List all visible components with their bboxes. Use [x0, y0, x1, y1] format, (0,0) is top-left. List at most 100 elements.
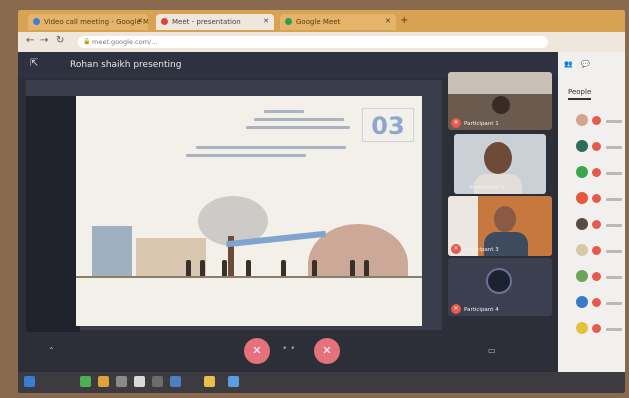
participant-entry[interactable]: [606, 276, 622, 279]
browser-tab-1[interactable]: Video call meeting - Google Meet ✕: [28, 14, 148, 30]
slide-text-line: [196, 146, 346, 149]
presenter-strip: [26, 96, 80, 332]
mic-off-icon: [592, 168, 601, 177]
camera-off-icon: ✕: [322, 344, 332, 357]
participant-name: Participant 3: [464, 247, 499, 253]
reload-icon[interactable]: ↻: [56, 35, 64, 46]
participant-shirt: [474, 174, 522, 194]
plus-icon[interactable]: +: [400, 15, 408, 26]
mic-off-icon: ✕: [451, 304, 461, 314]
address-bar: ← → ↻ 🔒 meet.google.com/...: [18, 32, 625, 52]
slide-text-line: [264, 110, 304, 113]
browser-tab-2[interactable]: Meet - presentation ✕: [156, 14, 274, 30]
app-icon[interactable]: [170, 376, 181, 387]
participant-name: Participant 1: [464, 121, 499, 127]
favicon-icon: [33, 18, 40, 25]
presentation-icon: ⇱: [30, 58, 39, 69]
os-taskbar: [18, 372, 625, 393]
mic-off-icon: ✕: [451, 244, 461, 254]
avatar: [576, 192, 588, 204]
favicon-icon: [285, 18, 292, 25]
forward-arrow-icon[interactable]: →: [40, 35, 48, 46]
slide-figure: [246, 260, 251, 276]
slide-text-line: [254, 118, 344, 121]
app-icon[interactable]: [116, 376, 127, 387]
participant-entry[interactable]: [606, 250, 622, 253]
close-icon[interactable]: ✕: [137, 17, 143, 25]
app-icon[interactable]: [204, 376, 215, 387]
browser-icon[interactable]: [228, 376, 239, 387]
browser-tab-label: Google Meet: [296, 18, 341, 26]
participant-video: [484, 142, 512, 174]
browser-tab-3[interactable]: Google Meet ✕: [280, 14, 396, 30]
participant-avatar: [486, 268, 512, 294]
mic-off-icon: [592, 298, 601, 307]
app-icon[interactable]: [134, 376, 145, 387]
participant-video: [492, 96, 510, 114]
participant-tile[interactable]: ✕ Participant 3: [448, 196, 552, 256]
mic-off-icon: [592, 194, 601, 203]
meeting-controls: ⌃ ✕ • • ✕ ▭: [18, 332, 558, 372]
camera-toggle-button[interactable]: ✕: [314, 338, 340, 364]
close-icon[interactable]: ✕: [263, 17, 269, 25]
slide-figure: [186, 260, 191, 276]
url-text: meet.google.com/...: [92, 38, 158, 46]
participant-tile[interactable]: ✕ Participant 4: [448, 258, 552, 316]
participant-entry[interactable]: [606, 224, 622, 227]
browser-tab-bar: Video call meeting - Google Meet ✕ Meet …: [18, 10, 625, 32]
meeting-details-icon[interactable]: ⌃: [48, 346, 55, 355]
tab-people[interactable]: People: [568, 88, 592, 100]
slide-text-line: [246, 126, 350, 129]
app-icon[interactable]: [80, 376, 91, 387]
slide-ground-line: [76, 276, 422, 278]
slide-figure: [222, 260, 227, 276]
slide-text-line: [186, 154, 306, 157]
mic-toggle-button[interactable]: ✕: [244, 338, 270, 364]
slide-figure: [281, 260, 286, 276]
presentation-slide: 03: [76, 96, 422, 326]
mic-off-icon: ✕: [451, 118, 461, 128]
chat-icon[interactable]: 💬: [581, 60, 590, 68]
mic-off-icon: ✕: [252, 344, 262, 357]
mic-off-icon: [592, 272, 601, 281]
avatar: [576, 322, 588, 334]
mic-off-icon: [592, 246, 601, 255]
participant-entry[interactable]: [606, 146, 622, 149]
app-icon[interactable]: [152, 376, 163, 387]
back-arrow-icon[interactable]: ←: [26, 35, 34, 46]
participant-tile[interactable]: ✕ Participant 1: [448, 72, 552, 130]
presenting-label: Rohan shaikh presenting: [70, 60, 182, 70]
captions-icon[interactable]: ▭: [488, 346, 496, 355]
slide-number: 03: [362, 108, 414, 142]
avatar: [576, 296, 588, 308]
folder-icon[interactable]: [98, 376, 109, 387]
participant-entry[interactable]: [606, 198, 622, 201]
participant-entry[interactable]: [606, 328, 622, 331]
participant-video: [494, 206, 516, 232]
panel-header: 👥 💬: [564, 60, 590, 68]
slide-figure: [312, 260, 317, 276]
mic-off-icon: [592, 324, 601, 333]
url-field[interactable]: 🔒 meet.google.com/...: [78, 36, 548, 48]
start-icon[interactable]: [24, 376, 35, 387]
slide-wall-drawing: [92, 226, 132, 276]
participant-entry[interactable]: [606, 120, 622, 123]
avatar: [576, 140, 588, 152]
participant-name: Participant 4: [464, 307, 499, 313]
avatar: [576, 114, 588, 126]
more-options-icon[interactable]: • •: [282, 344, 295, 354]
participant-entry[interactable]: [606, 172, 622, 175]
avatar: [576, 270, 588, 282]
lock-icon: 🔒: [83, 38, 91, 45]
mic-off-icon: [592, 116, 601, 125]
participant-entry[interactable]: [606, 302, 622, 305]
avatar: [576, 244, 588, 256]
avatar: [576, 218, 588, 230]
people-icon[interactable]: 👥: [564, 60, 573, 68]
screen-frame: Video call meeting - Google Meet ✕ Meet …: [18, 10, 625, 393]
participant-tile[interactable]: Participant 2: [454, 134, 546, 194]
close-icon[interactable]: ✕: [385, 17, 391, 25]
avatar: [576, 166, 588, 178]
participant-name: Participant 2: [470, 185, 505, 191]
browser-tab-label: Video call meeting - Google Meet: [44, 18, 148, 26]
